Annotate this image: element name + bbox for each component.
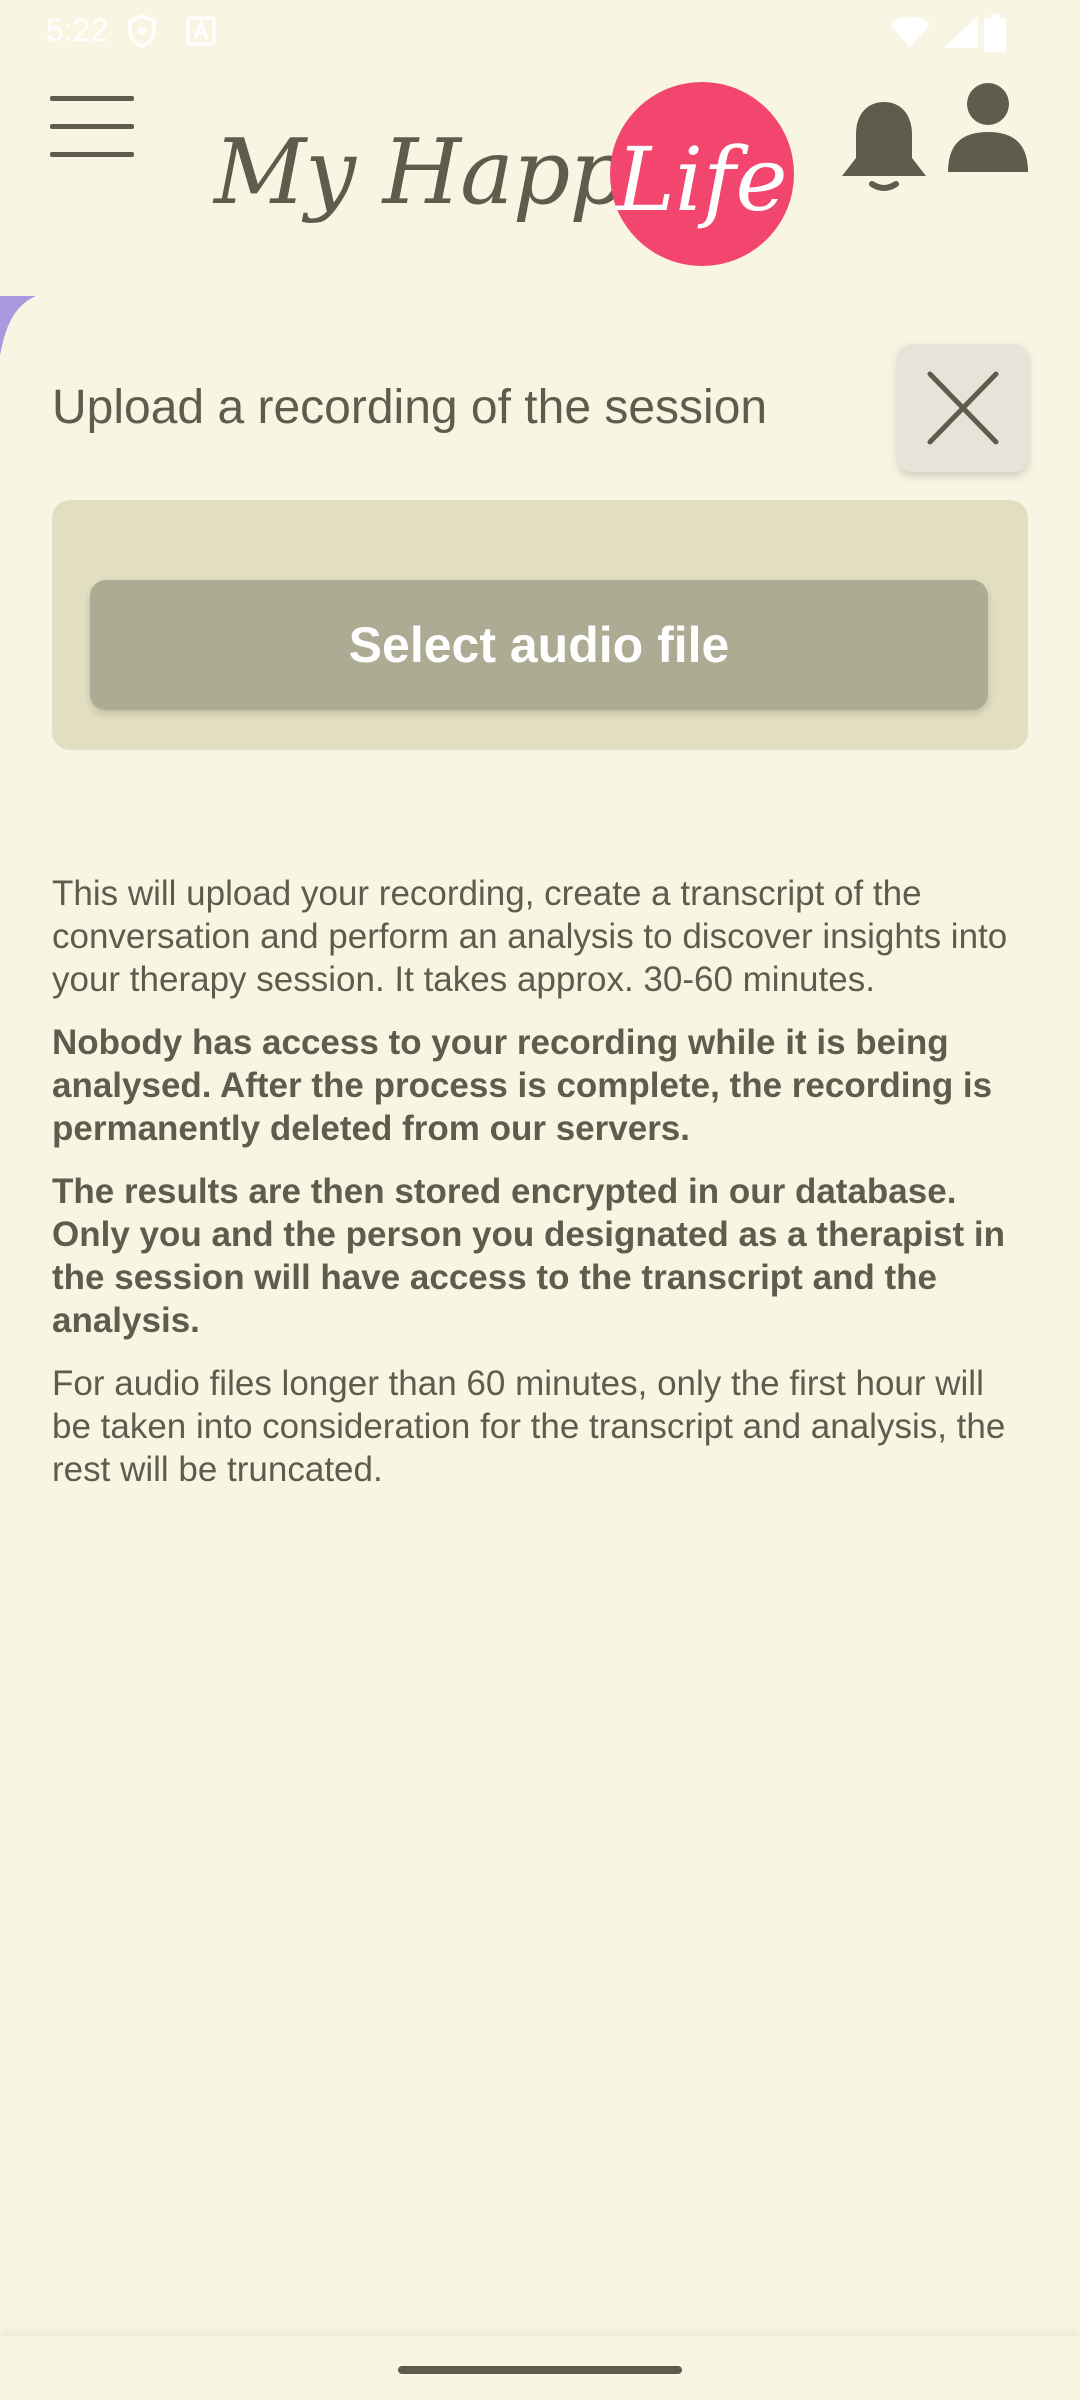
menu-button[interactable] — [50, 96, 134, 160]
close-button[interactable] — [898, 344, 1028, 472]
panel-title: Upload a recording of the session — [52, 381, 768, 434]
close-icon — [927, 371, 999, 445]
bell-icon — [842, 102, 926, 191]
person-icon — [948, 83, 1028, 172]
select-audio-file-button[interactable]: Select audio file — [90, 580, 988, 710]
hamburger-menu-icon — [50, 96, 134, 101]
storage-paragraph: The results are then stored encrypted in… — [52, 1172, 1005, 1340]
description-paragraph: This will upload your recording, create … — [52, 874, 1008, 999]
duration-limit-paragraph: For audio files longer than 60 minutes, … — [52, 1364, 1006, 1489]
upload-description: This will upload your recording, create … — [52, 872, 1028, 1511]
upload-card: Select audio file — [52, 500, 1028, 750]
app-logo: My Happier Life — [210, 80, 800, 270]
shield-icon — [128, 14, 156, 48]
status-bar: 5:22 — [0, 0, 1080, 62]
signal-icon — [944, 16, 978, 48]
notifications-button[interactable] — [838, 96, 930, 196]
battery-icon — [984, 14, 1006, 52]
profile-button[interactable] — [946, 82, 1030, 178]
corner-accent — [0, 296, 36, 356]
status-time: 5:22 — [46, 12, 109, 48]
a-icon — [186, 16, 216, 46]
menu-line — [50, 124, 134, 129]
home-indicator[interactable] — [398, 2366, 682, 2374]
wifi-icon — [890, 16, 930, 48]
privacy-paragraph: Nobody has access to your recording whil… — [52, 1023, 993, 1148]
menu-line — [50, 152, 134, 157]
logo-badge: Life — [610, 82, 794, 266]
logo-badge-text: Life — [616, 128, 788, 231]
